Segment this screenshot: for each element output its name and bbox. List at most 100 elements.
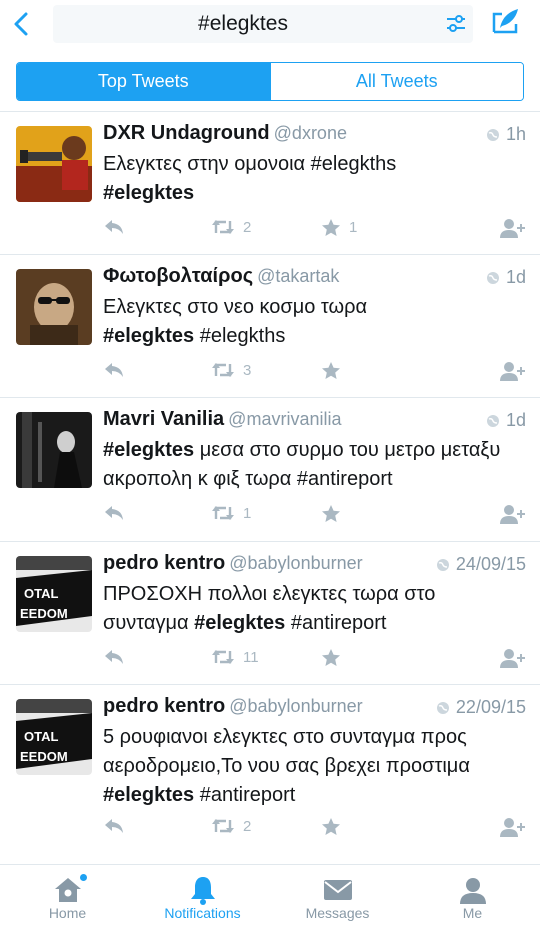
retweet-icon: [212, 650, 234, 664]
tweet[interactable]: Φωτοβολταίρος @takartak 1d Ελεγκτες στο ν…: [0, 255, 540, 398]
tweet-actions: 1: [103, 504, 526, 528]
display-name[interactable]: pedro kentro: [103, 695, 225, 717]
like-button[interactable]: [321, 361, 349, 380]
hashtag-link[interactable]: #elegktes: [194, 612, 285, 634]
reply-button[interactable]: [103, 648, 125, 666]
reply-icon: [105, 220, 123, 234]
follow-button[interactable]: [500, 817, 526, 837]
display-name[interactable]: DXR Undaground: [103, 122, 270, 144]
hashtag-link[interactable]: #elegktes: [103, 439, 194, 461]
bottom-tab-bar: Home Notifications Messages Me: [0, 864, 540, 929]
back-button[interactable]: [6, 6, 36, 42]
star-icon: [322, 362, 340, 379]
retweet-button[interactable]: 1: [211, 504, 251, 522]
like-button[interactable]: [321, 648, 349, 667]
tweet[interactable]: OTAL EEDOM pedro kentro @babylonburner 24…: [0, 542, 540, 685]
like-button[interactable]: [321, 504, 349, 523]
handle[interactable]: @dxrone: [274, 123, 347, 143]
retweet-icon: [212, 363, 234, 377]
retweet-count: 11: [243, 648, 259, 666]
handle[interactable]: @takartak: [257, 266, 339, 286]
like-count: 1: [349, 219, 358, 236]
tweet[interactable]: Mavri Vanilia @mavrivanilia 1d #elegktes …: [0, 398, 540, 542]
tweet-text: Ελεγκτες στην ομονοια #elegkths #elegktes: [103, 150, 526, 208]
reply-button[interactable]: [103, 218, 125, 236]
tweet-text: ΠΡΟΣΟΧΗ πολλοι ελεγκτες τωρα στο συνταγμ…: [103, 580, 526, 638]
retweet-icon: [212, 506, 234, 520]
retweet-count: 3: [243, 361, 252, 379]
avatar[interactable]: OTAL EEDOM: [16, 699, 92, 775]
follow-icon: [500, 505, 525, 524]
follow-button[interactable]: [500, 648, 526, 668]
display-name[interactable]: Φωτοβολταίρος: [103, 265, 253, 287]
tweet-actions: 11: [103, 648, 526, 672]
retweet-button[interactable]: 2: [211, 817, 251, 835]
compose-icon: [492, 9, 518, 34]
tab-notifications[interactable]: Notifications: [135, 865, 270, 929]
search-field[interactable]: #elegktes: [53, 5, 473, 43]
avatar[interactable]: [16, 126, 92, 202]
globe-icon: [486, 271, 499, 284]
envelope-icon: [323, 880, 352, 900]
tweet-list: DXR Undaground @dxrone 1h Ελεγκτες στην ο…: [0, 111, 540, 865]
hashtag-link[interactable]: #elegktes: [103, 325, 194, 347]
retweet-count: 2: [243, 218, 252, 236]
handle[interactable]: @mavrivanilia: [228, 409, 341, 429]
chevron-left-icon: [14, 12, 28, 36]
avatar[interactable]: [16, 269, 92, 345]
like-button[interactable]: [321, 817, 349, 836]
reply-button[interactable]: [103, 817, 125, 835]
timestamp: 1d: [505, 410, 526, 430]
hashtag-link[interactable]: #elegktes: [103, 182, 194, 204]
tweet-actions: 2 1: [103, 218, 526, 242]
tweet-text-part: #antireport: [285, 612, 387, 634]
compose-tweet-button[interactable]: [490, 6, 522, 38]
star-icon: [322, 219, 340, 236]
handle[interactable]: @babylonburner: [229, 696, 362, 716]
avatar[interactable]: OTAL EEDOM: [16, 556, 92, 632]
tab-home[interactable]: Home: [0, 865, 135, 929]
tweet-text: #elegktes μεσα στο συρμο του μετρο μεταξ…: [103, 436, 526, 494]
search-query: #elegktes: [198, 12, 288, 35]
reply-icon: [105, 363, 123, 377]
retweet-button[interactable]: 3: [211, 361, 251, 379]
tab-label: Messages: [305, 905, 370, 921]
retweet-icon: [212, 220, 234, 234]
follow-button[interactable]: [500, 504, 526, 524]
retweet-count: 2: [243, 817, 252, 835]
handle[interactable]: @babylonburner: [229, 553, 362, 573]
tweet-text-part: Ελεγκτες στην ομονοια #elegkths: [103, 153, 397, 175]
display-name[interactable]: Mavri Vanilia: [103, 408, 224, 430]
tab-all-tweets[interactable]: All Tweets: [269, 63, 523, 100]
star-icon: [322, 818, 340, 835]
retweet-count: 1: [243, 504, 252, 522]
filter-icon[interactable]: [445, 13, 467, 35]
timestamp: 1h: [505, 124, 526, 144]
tab-label: Notifications: [164, 905, 241, 921]
svg-text:OTAL: OTAL: [24, 586, 58, 601]
tab-me[interactable]: Me: [405, 865, 540, 929]
tweet-text-part: #elegkths: [194, 325, 286, 347]
follow-icon: [500, 649, 525, 668]
avatar[interactable]: [16, 412, 92, 488]
globe-icon: [436, 558, 449, 571]
display-name[interactable]: pedro kentro: [103, 552, 225, 574]
hashtag-link[interactable]: #elegktes: [103, 784, 194, 806]
tweet-actions: 2: [103, 817, 526, 841]
follow-button[interactable]: [500, 361, 526, 381]
reply-button[interactable]: [103, 504, 125, 522]
timestamp: 1d: [505, 267, 526, 287]
tab-messages[interactable]: Messages: [270, 865, 405, 929]
tab-label: Me: [462, 905, 483, 921]
reply-button[interactable]: [103, 361, 125, 379]
follow-icon: [500, 219, 525, 238]
globe-icon: [486, 414, 499, 427]
tweet[interactable]: OTAL EEDOM pedro kentro @babylonburner 22…: [0, 685, 540, 865]
tweet-text: 5 ρουφιανοι ελεγκτες στο συνταγμα προς α…: [103, 723, 526, 810]
tweet[interactable]: DXR Undaground @dxrone 1h Ελεγκτες στην ο…: [0, 112, 540, 255]
retweet-button[interactable]: 2: [211, 218, 251, 236]
retweet-button[interactable]: 11: [211, 648, 259, 666]
follow-button[interactable]: [500, 218, 526, 238]
tab-top-tweets[interactable]: Top Tweets: [17, 63, 270, 100]
like-button[interactable]: 1: [321, 218, 357, 237]
